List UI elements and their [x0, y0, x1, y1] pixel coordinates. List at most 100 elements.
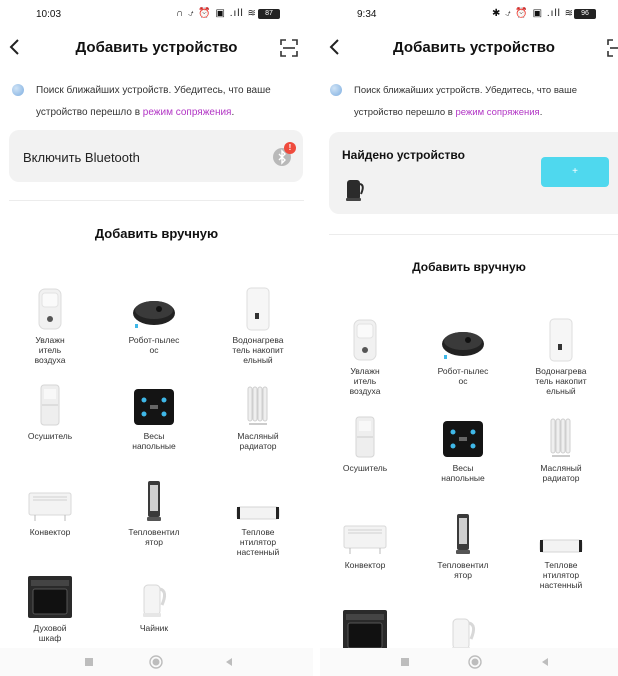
device-tile-robot-vacuum[interactable]: Робот-пылес ос [422, 316, 504, 386]
device-label: Конвектор [344, 560, 386, 570]
home-button[interactable] [468, 655, 482, 669]
device-tile-wall-heater[interactable]: Теплове нтилятор настенный [520, 510, 602, 590]
dehumidifier-icon [324, 413, 406, 459]
device-label: Робот-пылес ос [128, 335, 180, 355]
device-label: Робот-пылес ос [437, 366, 489, 386]
battery-icon: 87 [258, 9, 280, 19]
status-icons: ✱ ⍻ ⏰ ▣ .ıll ≋ [492, 8, 575, 19]
device-label: Водонагрева тель накопит ельный [232, 335, 284, 365]
recent-apps-button[interactable] [398, 655, 412, 669]
enable-bluetooth-card[interactable]: Включить Bluetooth ! [9, 130, 303, 182]
water-heater-icon [520, 316, 602, 362]
device-tile-scale[interactable]: Весы напольные [112, 381, 196, 451]
device-label: Осушитель [27, 431, 73, 441]
robot-vacuum-icon [422, 316, 504, 362]
status-time: 10:03 [36, 9, 62, 20]
device-tile-convector[interactable]: Конвектор [324, 510, 406, 570]
square-icon [85, 658, 93, 666]
device-tile-humidifier[interactable]: Увлажн итель воздуха [8, 285, 92, 365]
device-label: Тепловентил ятор [437, 560, 489, 580]
status-bar: 9:34 ✱ ⍻ ⏰ ▣ .ıll ≋ 96 [320, 0, 618, 30]
alert-badge: ! [284, 142, 296, 154]
device-tile-oil-radiator[interactable]: Масляный радиатор [520, 413, 602, 483]
search-pulse-icon [330, 84, 342, 96]
device-tile-wall-heater[interactable]: Теплове нтилятор настенный [216, 477, 300, 557]
add-device-button[interactable]: + [541, 157, 609, 187]
device-tile-oil-radiator[interactable]: Масляный радиатор [216, 381, 300, 451]
status-time: 9:34 [357, 9, 377, 20]
system-nav-bar [320, 648, 618, 676]
device-tile-humidifier[interactable]: Увлажн итель воздуха [324, 316, 406, 396]
scan-icon [280, 39, 298, 57]
battery-icon: 96 [574, 9, 596, 19]
found-kettle-icon [345, 176, 365, 202]
right-phone-screen: 9:34 ✱ ⍻ ⏰ ▣ .ıll ≋ 96 Добавить устройст… [320, 0, 618, 676]
device-tile-robot-vacuum[interactable]: Робот-пылес ос [112, 285, 196, 355]
kettle-icon [422, 607, 504, 653]
device-tile-dehumidifier[interactable]: Осушитель [324, 413, 406, 473]
dehumidifier-icon [8, 381, 92, 427]
search-hint: Поиск ближайших устройств. Убедитесь, чт… [12, 80, 302, 124]
device-label: Весы напольные [132, 431, 176, 451]
page-title: Добавить устройство [75, 39, 238, 56]
device-tile-water-heater[interactable]: Водонагрева тель накопит ельный [216, 285, 300, 365]
home-button[interactable] [149, 655, 163, 669]
back-nav-button[interactable] [538, 655, 552, 669]
pairing-mode-link[interactable]: режим сопряжения [455, 107, 539, 118]
top-bar: Добавить устройство [0, 32, 313, 64]
device-tile-water-heater[interactable]: Водонагрева тель накопит ельный [520, 316, 602, 396]
system-nav-bar [0, 648, 313, 676]
water-heater-icon [216, 285, 300, 331]
search-pulse-icon [12, 84, 24, 96]
recent-apps-button[interactable] [82, 655, 96, 669]
convector-icon [324, 510, 406, 556]
manual-add-title: Добавить вручную [94, 226, 219, 241]
scale-icon [422, 413, 504, 459]
robot-vacuum-icon [112, 285, 196, 331]
wall-heater-icon [520, 510, 602, 556]
divider-gap [313, 0, 320, 676]
page-title: Добавить устройство [393, 39, 555, 56]
device-tile-fan-heater[interactable]: Тепловентил ятор [422, 510, 504, 580]
convector-icon [8, 477, 92, 523]
device-tile-dehumidifier[interactable]: Осушитель [8, 381, 92, 441]
device-label: Масляный радиатор [540, 463, 582, 483]
left-phone-screen: 10:03 ∩ ⍻ ⏰ ▣ .ıll ≋ 87 Добавить устройс… [0, 0, 313, 676]
status-icons: ∩ ⍻ ⏰ ▣ .ıll ≋ [176, 8, 257, 19]
device-label: Духовой шкаф [33, 623, 67, 643]
device-tile-scale[interactable]: Весы напольные [422, 413, 504, 483]
search-hint: Поиск ближайших устройств. Убедитесь, чт… [330, 80, 614, 124]
triangle-left-icon [542, 658, 548, 666]
device-label: Масляный радиатор [237, 431, 279, 451]
found-device-card: Найдено устройство + [329, 132, 618, 214]
pairing-mode-link[interactable]: режим сопряжения [143, 107, 232, 118]
wall-heater-icon [216, 477, 300, 523]
fan-heater-icon [112, 477, 196, 523]
device-label: Водонагрева тель накопит ельный [535, 366, 587, 396]
humidifier-icon [324, 316, 406, 362]
found-device-label: Найдено устройство [342, 148, 465, 162]
oven-icon [8, 573, 92, 619]
oil-radiator-icon [216, 381, 300, 427]
device-tile-convector[interactable]: Конвектор [8, 477, 92, 537]
scan-qr-button[interactable] [279, 38, 299, 58]
status-bar: 10:03 ∩ ⍻ ⏰ ▣ .ıll ≋ 87 [0, 0, 313, 30]
scan-qr-button[interactable] [606, 38, 618, 58]
oven-icon [324, 607, 406, 653]
back-nav-button[interactable] [222, 655, 236, 669]
device-label: Тепловентил ятор [128, 527, 180, 547]
square-icon [401, 658, 409, 666]
circle-icon [149, 655, 163, 669]
divider [9, 200, 304, 201]
top-bar: Добавить устройство [320, 32, 618, 64]
humidifier-icon [8, 285, 92, 331]
device-tile-kettle[interactable]: Чайник [112, 573, 196, 633]
circle-icon [468, 655, 482, 669]
device-tile-fan-heater[interactable]: Тепловентил ятор [112, 477, 196, 547]
scan-icon [607, 39, 618, 57]
divider [329, 234, 618, 235]
enable-bluetooth-label: Включить Bluetooth [23, 150, 140, 165]
fan-heater-icon [422, 510, 504, 556]
device-tile-oven[interactable]: Духовой шкаф [8, 573, 92, 643]
device-label: Весы напольные [441, 463, 485, 483]
